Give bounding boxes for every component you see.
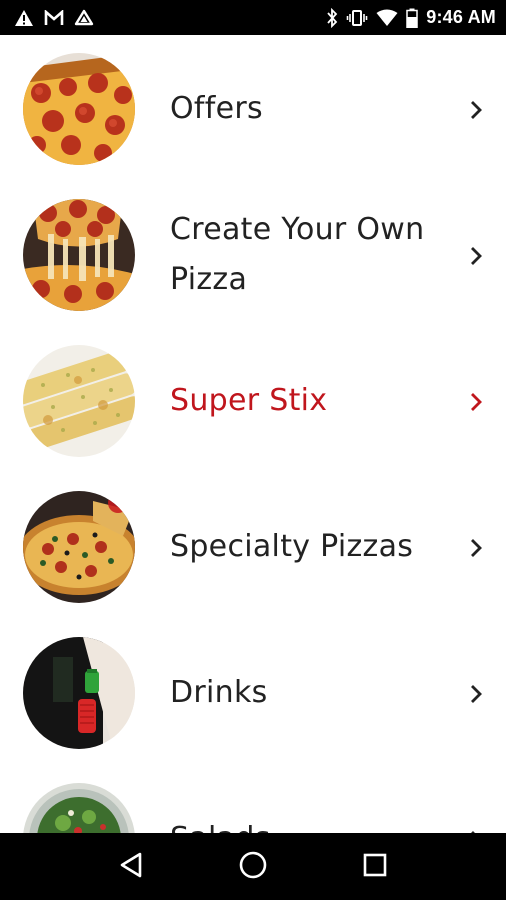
- chevron-right-icon: [466, 536, 486, 560]
- home-button[interactable]: [233, 847, 273, 887]
- menu-item-offers[interactable]: Offers: [0, 36, 506, 182]
- menu-item-label: Salads: [170, 814, 440, 833]
- bluetooth-icon: [326, 7, 338, 28]
- battery-icon: [406, 8, 418, 28]
- menu-item-drinks[interactable]: Drinks: [0, 620, 506, 766]
- menu-item-label: Super Stix: [170, 383, 328, 418]
- home-icon: [238, 850, 268, 884]
- chevron-right-icon: [466, 244, 486, 268]
- menu-item-super-stix[interactable]: Super Stix: [0, 328, 506, 474]
- status-time: 9:46 AM: [426, 7, 496, 27]
- wifi-icon: [376, 9, 398, 27]
- menu-list[interactable]: Offers Create Your Own Pizza Super Stix …: [0, 35, 506, 833]
- vibrate-icon: [346, 9, 368, 27]
- specialty-pizza-thumbnail: [23, 491, 135, 603]
- warning-icon: [14, 9, 34, 27]
- menu-item-create-your-own-pizza[interactable]: Create Your Own Pizza: [0, 182, 506, 328]
- menu-item-label: Specialty Pizzas: [170, 529, 414, 564]
- menu-item-salads[interactable]: Salads: [0, 766, 506, 833]
- menu-item-label: Offers: [170, 91, 263, 126]
- back-button[interactable]: [111, 847, 151, 887]
- status-bar-system: 9:46 AM: [326, 7, 496, 28]
- recents-button[interactable]: [355, 847, 395, 887]
- status-bar-notifications: [14, 9, 94, 27]
- salad-bowl-thumbnail: [23, 783, 135, 833]
- soda-bottles-thumbnail: [23, 637, 135, 749]
- chevron-right-icon: [466, 390, 486, 414]
- navigation-bar: [0, 833, 506, 900]
- chevron-right-icon: [466, 682, 486, 706]
- menu-item-specialty-pizzas[interactable]: Specialty Pizzas: [0, 474, 506, 620]
- chevron-right-icon: [466, 98, 486, 122]
- back-icon: [118, 851, 144, 883]
- recents-icon: [362, 852, 388, 882]
- breadsticks-thumbnail: [23, 345, 135, 457]
- status-bar: 9:46 AM: [0, 0, 506, 35]
- cheese-pull-pizza-thumbnail: [23, 199, 135, 311]
- menu-item-label: Create Your Own Pizza: [170, 212, 425, 297]
- menu-item-label: Drinks: [170, 675, 268, 710]
- gmail-icon: [44, 9, 64, 26]
- drive-icon: [74, 9, 94, 27]
- pepperoni-pizza-thumbnail: [23, 53, 135, 165]
